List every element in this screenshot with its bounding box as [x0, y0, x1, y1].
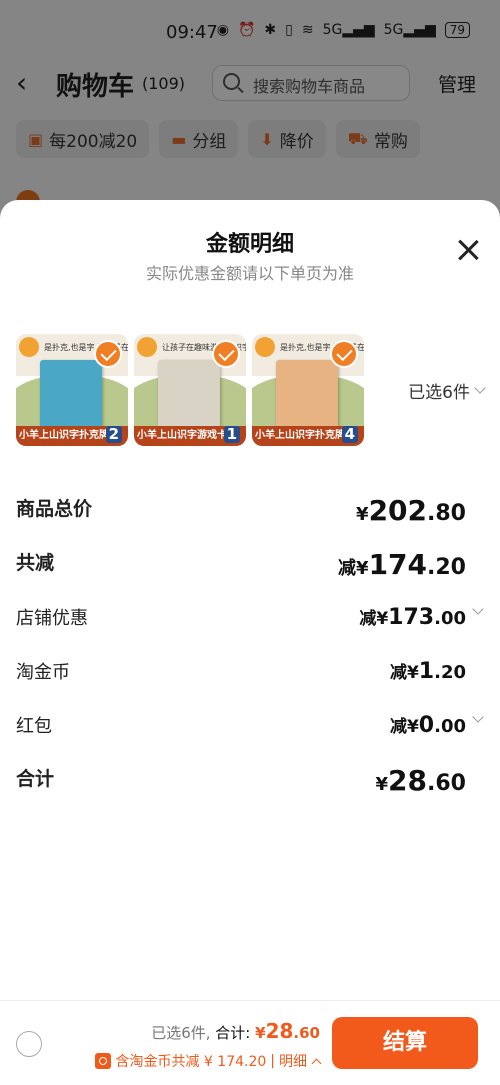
product-quantity: 2 [105, 426, 122, 443]
taojinbi-icon [95, 1053, 112, 1069]
select-all-radio[interactable] [16, 1031, 42, 1057]
total-decimal: .60 [293, 1024, 320, 1042]
value-decimal: .80 [427, 501, 466, 526]
total-prefix: ¥ [255, 1024, 266, 1042]
value-decimal: .20 [427, 555, 466, 580]
amount-detail-sheet: 金额明细 实际优惠金额请以下单页为准 是扑克,也是字 让孩子在趣味游戏中 小羊上… [0, 200, 500, 1085]
close-icon[interactable] [454, 236, 482, 264]
value-prefix: ¥ [356, 504, 369, 525]
total-amount: ¥28.60 [255, 1019, 320, 1043]
row-value: 减¥173.00 [359, 604, 466, 630]
checkout-summary: 已选6件, 合计: ¥28.60 [151, 1019, 320, 1043]
total-integer: 28 [265, 1019, 294, 1043]
sheet-subtitle: 实际优惠金额请以下单页为准 [145, 264, 354, 283]
chevron-down-icon [472, 711, 484, 723]
value-decimal: .00 [434, 716, 466, 737]
chevron-down-icon [472, 603, 484, 615]
row-value: ¥28.60 [376, 764, 466, 797]
chevron-down-icon [474, 382, 486, 394]
value-decimal: .60 [427, 771, 466, 796]
row-label: 店铺优惠 [16, 608, 88, 629]
value-integer: 1 [418, 659, 435, 684]
product-box [40, 360, 102, 430]
row-value: 减¥174.20 [338, 548, 466, 581]
value-prefix: 减¥ [389, 663, 419, 683]
value-prefix: 减¥ [338, 558, 369, 579]
value-prefix: 减¥ [389, 717, 419, 737]
row-label: 共减 [16, 552, 55, 574]
row-label: 红包 [16, 716, 52, 737]
checkmark-icon[interactable] [94, 340, 122, 368]
discount-text: 含淘金币共减 ¥ 174.20 [115, 1054, 267, 1070]
discount-detail-link[interactable]: 含淘金币共减 ¥ 174.20 | 明细 [95, 1051, 322, 1071]
value-prefix: 减¥ [359, 609, 389, 629]
product-thumbnail[interactable]: 是扑克,也是字 让孩子在趣味游戏中 小羊上山识字扑克牌 4 [252, 334, 364, 446]
product-box [276, 360, 338, 430]
value-integer: 28 [388, 764, 428, 797]
value-decimal: .00 [434, 608, 466, 629]
brand-logo [137, 337, 157, 357]
selected-count-toggle[interactable]: 已选6件 [408, 378, 486, 403]
selected-count-label: 已选6件 [408, 383, 470, 403]
total-label: 合计: [215, 1024, 251, 1042]
selected-count: 已选6件, [151, 1024, 211, 1042]
row-value: ¥202.80 [356, 494, 466, 527]
product-thumbnail[interactable]: 让孩子在趣味游戏中识字 小羊上山识字游戏卡 1 [134, 334, 246, 446]
checkmark-icon[interactable] [330, 340, 358, 368]
checkout-button[interactable]: 结算 [332, 1017, 478, 1069]
detail-label: 明细 [279, 1054, 307, 1070]
product-quantity: 4 [341, 426, 358, 443]
brand-logo [19, 337, 39, 357]
sheet-title: 金额明细 [205, 232, 294, 257]
value-prefix: ¥ [375, 774, 389, 795]
row-label: 合计 [16, 768, 55, 790]
product-quantity: 1 [223, 426, 240, 443]
value-integer: 0 [418, 713, 435, 738]
product-box [158, 360, 220, 430]
brand-logo [255, 337, 275, 357]
row-label: 商品总价 [16, 498, 93, 520]
value-integer: 202 [368, 494, 428, 527]
selected-products: 是扑克,也是字 让孩子在趣味游戏中 小羊上山识字扑克牌 2 让孩子在趣味游戏中识… [16, 334, 364, 446]
value-integer: 173 [388, 605, 435, 630]
product-thumbnail[interactable]: 是扑克,也是字 让孩子在趣味游戏中 小羊上山识字扑克牌 2 [16, 334, 128, 446]
row-value: 减¥1.20 [390, 658, 466, 684]
checkout-bar: 已选6件, 合计: ¥28.60 含淘金币共减 ¥ 174.20 | 明细 结算 [0, 1000, 500, 1085]
divider: | [270, 1053, 275, 1069]
value-integer: 174 [368, 548, 428, 581]
checkmark-icon[interactable] [212, 340, 240, 368]
row-value: 减¥0.00 [390, 712, 466, 738]
row-label: 淘金币 [16, 662, 70, 683]
value-decimal: .20 [434, 662, 466, 683]
chevron-up-icon [311, 1058, 322, 1068]
